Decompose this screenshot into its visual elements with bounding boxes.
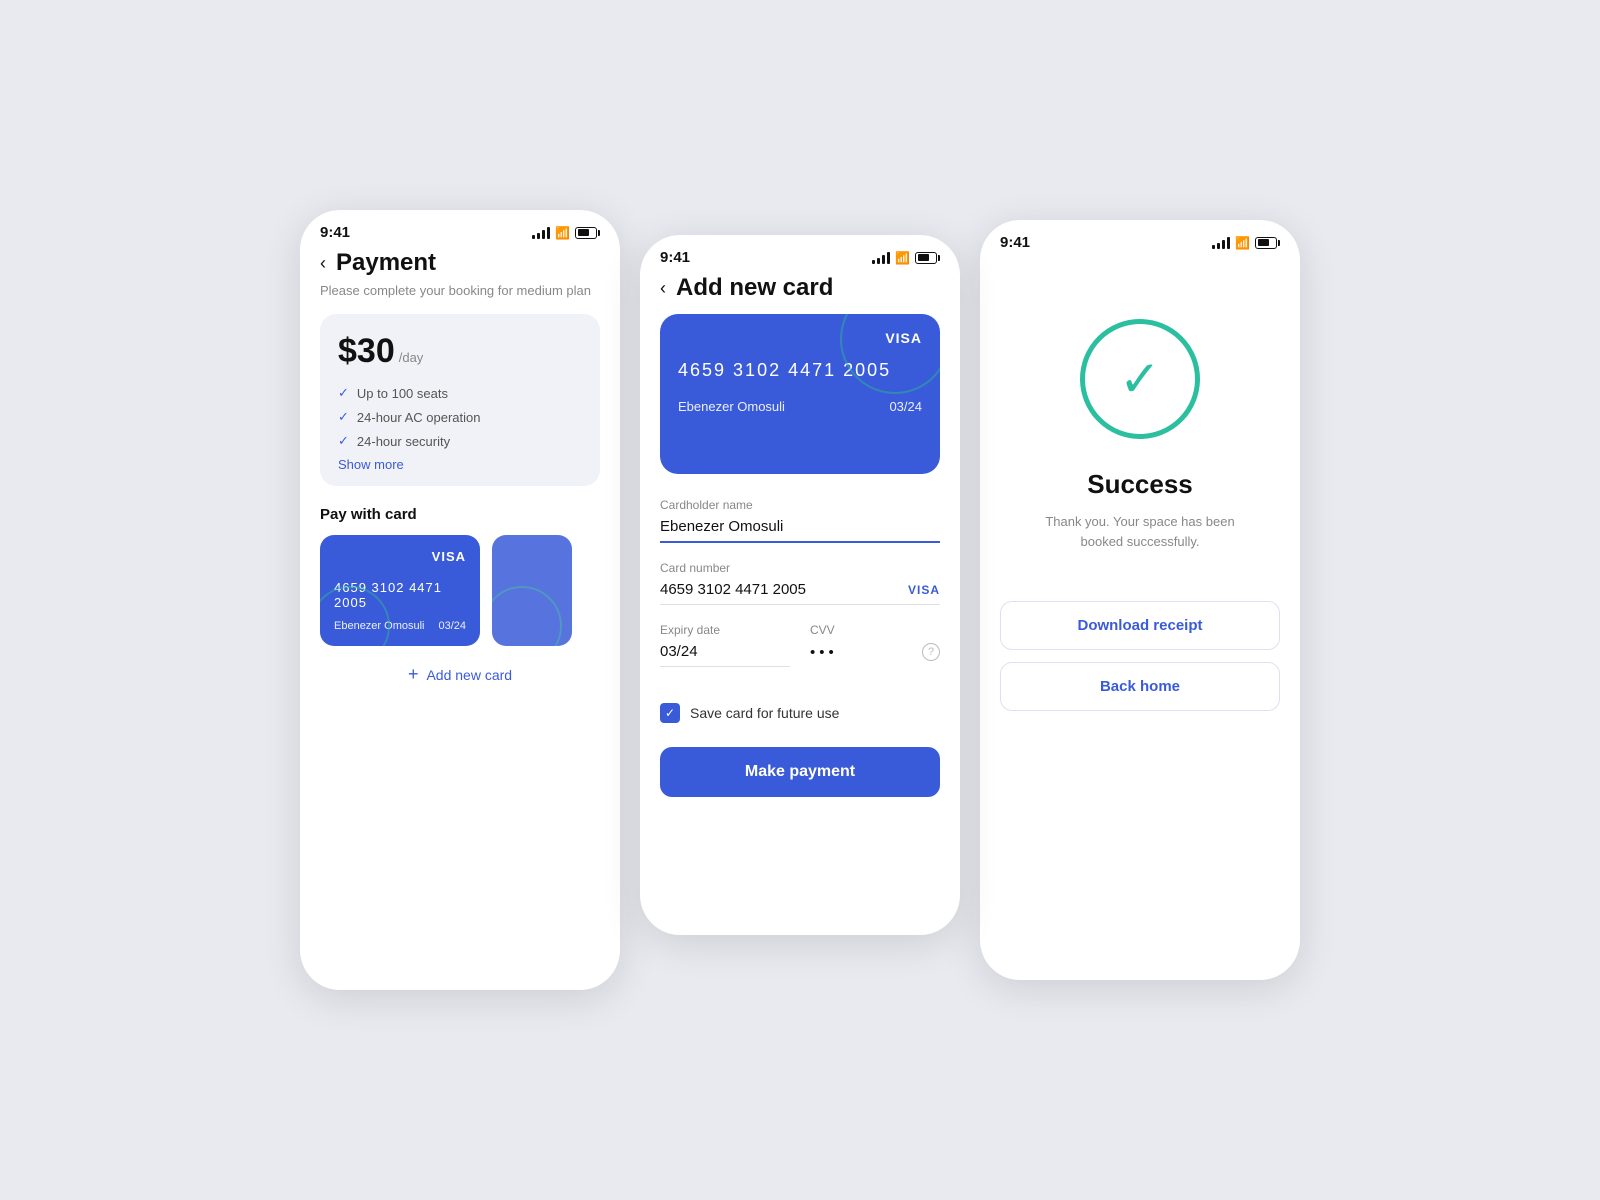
add-card-label: Add new card: [426, 667, 512, 683]
plan-card: $30 /day ✓ Up to 100 seats ✓ 24-hour AC …: [320, 314, 600, 486]
wifi-icon-1: 📶: [555, 226, 570, 240]
big-card-visa: VISA: [885, 330, 922, 346]
check-icon-1: ✓: [338, 385, 349, 401]
status-icons-3: 📶: [1212, 236, 1280, 250]
make-payment-button[interactable]: Make payment: [660, 747, 940, 797]
add-card-nav: ‹ Add new card: [660, 274, 940, 302]
add-card-title: Add new card: [676, 274, 833, 302]
signal-icon-2: [872, 252, 890, 264]
pay-with-card-title: Pay with card: [320, 506, 600, 523]
card-number-value: 4659 3102 4471 2005: [660, 581, 806, 598]
cvv-label: CVV: [810, 623, 940, 637]
card-2[interactable]: [492, 535, 572, 646]
success-content: ✓ Success Thank you. Your space has been…: [980, 259, 1300, 753]
battery-icon-3: [1255, 237, 1280, 249]
screens-container: 9:41 📶 ‹ P: [260, 150, 1340, 1050]
download-receipt-button[interactable]: Download receipt: [1000, 601, 1280, 650]
success-title: Success: [1087, 469, 1193, 500]
cvv-row: ••• ?: [810, 643, 940, 661]
status-icons-1: 📶: [532, 226, 600, 240]
payment-content: ‹ Payment Please complete your booking f…: [300, 249, 620, 709]
signal-icon-3: [1212, 237, 1230, 249]
add-card-screen: 9:41 📶 ‹ Add new: [640, 235, 960, 935]
cvv-group: CVV ••• ?: [810, 623, 940, 667]
wifi-icon-3: 📶: [1235, 236, 1250, 250]
feature-text-1: Up to 100 seats: [357, 386, 448, 401]
back-home-button[interactable]: Back home: [1000, 662, 1280, 711]
payment-subtitle: Please complete your booking for medium …: [320, 283, 600, 298]
plus-icon: +: [408, 664, 419, 685]
status-time-2: 9:41: [660, 249, 690, 266]
big-card-name: Ebenezer Omosuli: [678, 399, 785, 414]
payment-title: Payment: [336, 249, 436, 277]
plan-feature-1: ✓ Up to 100 seats: [338, 385, 582, 401]
save-card-checkbox[interactable]: ✓: [660, 703, 680, 723]
status-bar-1: 9:41 📶: [300, 210, 620, 249]
add-card-form: ‹ Add new card VISA 4659 3102 4471 2005 …: [640, 274, 960, 821]
plan-price: $30: [338, 332, 395, 371]
success-screen: 9:41 📶 ✓: [980, 220, 1300, 980]
cardholder-label: Cardholder name: [660, 498, 940, 512]
feature-text-3: 24-hour security: [357, 434, 450, 449]
cvv-value: •••: [810, 644, 838, 661]
status-time-3: 9:41: [1000, 234, 1030, 251]
big-card-circle: [840, 314, 940, 394]
card-number-label: Card number: [660, 561, 940, 575]
show-more-button[interactable]: Show more: [338, 457, 582, 472]
expiry-group: Expiry date: [660, 623, 790, 667]
success-subtitle: Thank you. Your space has been booked su…: [1040, 512, 1240, 551]
card-visa-badge: VISA: [908, 583, 940, 597]
signal-icon-1: [532, 227, 550, 239]
cardholder-input[interactable]: [660, 518, 940, 543]
status-icons-2: 📶: [872, 251, 940, 265]
check-icon-3: ✓: [338, 433, 349, 449]
cards-row: VISA 4659 3102 4471 2005 Ebenezer Omosul…: [320, 535, 600, 646]
card-number-row: 4659 3102 4471 2005 VISA: [660, 581, 940, 605]
card-1[interactable]: VISA 4659 3102 4471 2005 Ebenezer Omosul…: [320, 535, 480, 646]
feature-text-2: 24-hour AC operation: [357, 410, 481, 425]
payment-nav: ‹ Payment: [320, 249, 600, 277]
big-card-expiry: 03/24: [889, 399, 922, 414]
cvv-help-icon[interactable]: ?: [922, 643, 940, 661]
plan-period: /day: [399, 350, 424, 365]
card-circle-2: [492, 586, 562, 646]
save-card-label: Save card for future use: [690, 705, 839, 721]
card-visa-1: VISA: [334, 549, 466, 564]
back-button-1[interactable]: ‹: [320, 253, 326, 274]
cardholder-group: Cardholder name: [660, 498, 940, 543]
status-bar-2: 9:41 📶: [640, 235, 960, 274]
status-time-1: 9:41: [320, 224, 350, 241]
success-icon: ✓: [1080, 319, 1200, 439]
check-icon-2: ✓: [338, 409, 349, 425]
wifi-icon-2: 📶: [895, 251, 910, 265]
plan-price-row: $30 /day: [338, 332, 582, 371]
back-button-2[interactable]: ‹: [660, 278, 666, 299]
payment-screen: 9:41 📶 ‹ P: [300, 210, 620, 990]
check-mark-icon: ✓: [1119, 354, 1161, 404]
save-card-row: ✓ Save card for future use: [660, 703, 940, 723]
big-card-footer: Ebenezer Omosuli 03/24: [678, 399, 922, 414]
status-bar-3: 9:41 📶: [980, 220, 1300, 259]
expiry-label: Expiry date: [660, 623, 790, 637]
card-expiry-1: 03/24: [438, 620, 466, 632]
card-number-group: Card number 4659 3102 4471 2005 VISA: [660, 561, 940, 605]
expiry-cvv-row: Expiry date CVV ••• ?: [660, 623, 940, 685]
battery-icon-2: [915, 252, 940, 264]
big-card: VISA 4659 3102 4471 2005 Ebenezer Omosul…: [660, 314, 940, 474]
plan-feature-3: ✓ 24-hour security: [338, 433, 582, 449]
plan-feature-2: ✓ 24-hour AC operation: [338, 409, 582, 425]
battery-icon-1: [575, 227, 600, 239]
add-new-card-button[interactable]: + Add new card: [320, 664, 600, 685]
expiry-input[interactable]: [660, 643, 790, 667]
